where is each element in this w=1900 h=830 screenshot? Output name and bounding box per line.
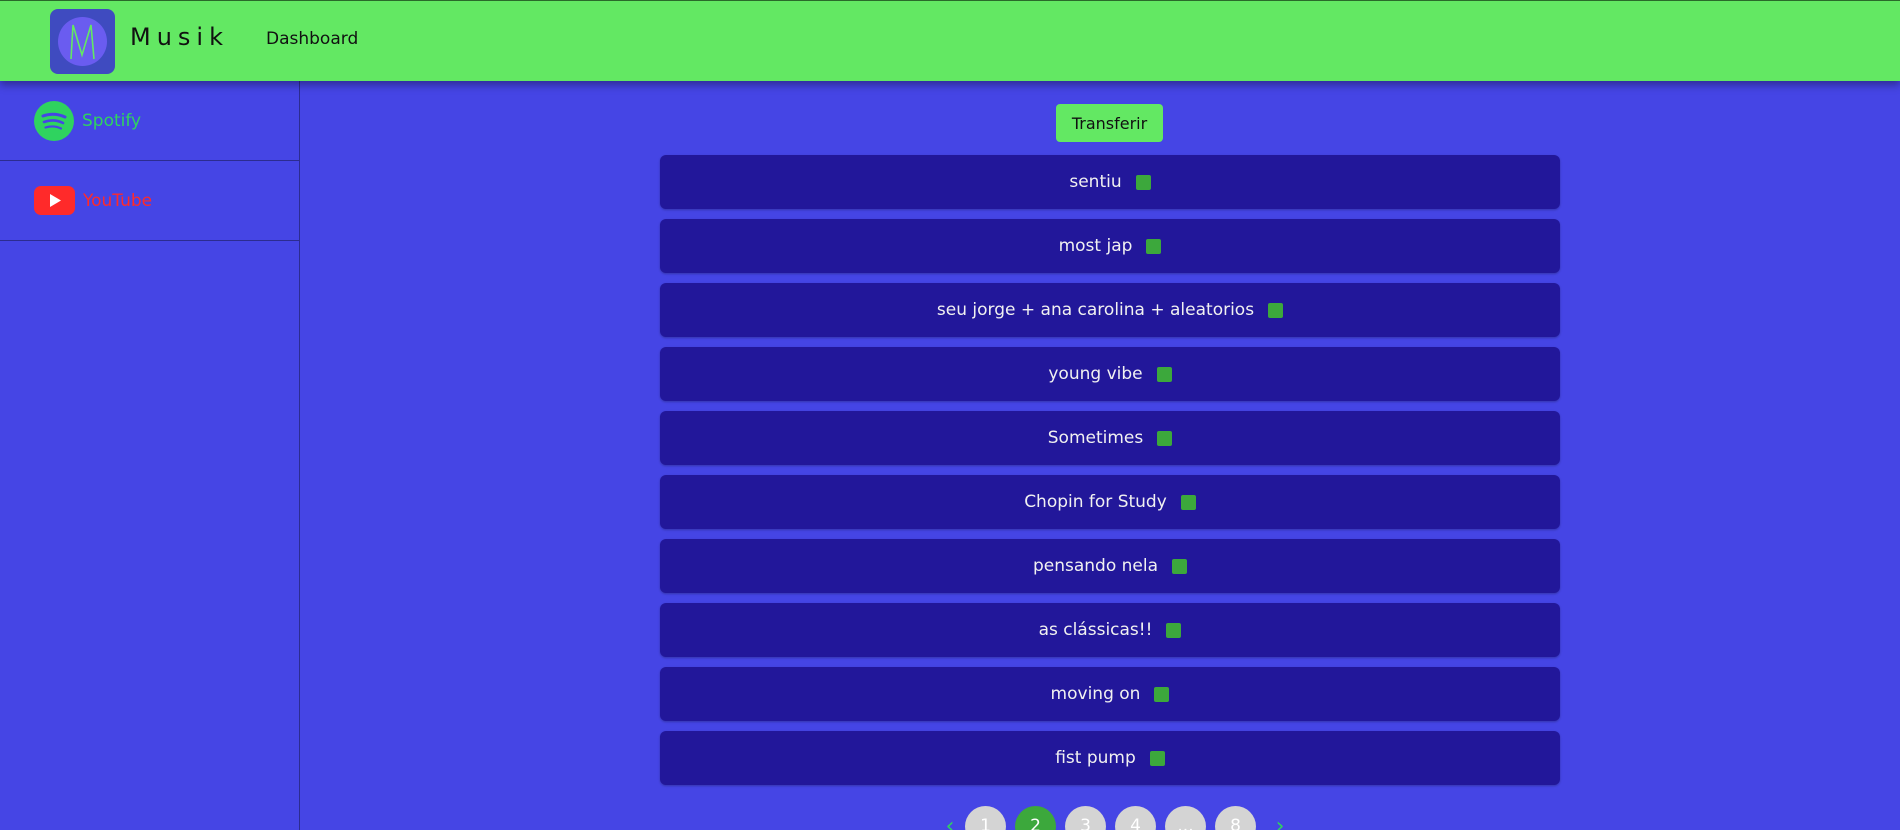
page-button-2-current[interactable]: 2 [1015,805,1056,830]
page-button-3[interactable]: 3 [1065,805,1106,830]
playlist-name: most jap [1058,236,1133,256]
page-button-1[interactable]: 1 [965,805,1006,830]
select-checkbox[interactable] [1156,366,1172,382]
select-checkbox[interactable] [1166,622,1182,638]
sidebar: Spotify YouTube [0,81,300,830]
playlist-name: seu jorge + ana carolina + aleatorios [936,300,1255,320]
sidebar-item-spotify[interactable]: Spotify [0,81,299,161]
playlist-row[interactable]: moving on [660,667,1560,721]
playlist-list: sentiu most jap seu jorge + ana carolina… [660,155,1560,795]
youtube-icon [34,186,75,215]
select-checkbox[interactable] [1172,558,1188,574]
sidebar-item-label: Spotify [82,110,142,131]
select-checkbox[interactable] [1146,238,1162,254]
playlist-name: sentiu [1069,172,1122,192]
select-checkbox[interactable] [1154,686,1170,702]
playlist-name: as clássicas!! [1038,620,1153,640]
transfer-button[interactable]: Transferir [1056,104,1163,142]
prev-page-icon[interactable]: ‹ [935,814,965,830]
playlist-name: pensando nela [1032,556,1159,576]
brand-name: Musik [130,23,229,51]
playlist-row[interactable]: sentiu [660,155,1560,209]
playlist-row[interactable]: as clássicas!! [660,603,1560,657]
select-checkbox[interactable] [1149,750,1165,766]
playlist-row[interactable]: Chopin for Study [660,475,1560,529]
nav-dashboard-link[interactable]: Dashboard [266,29,358,49]
next-page-icon[interactable]: › [1265,814,1295,830]
spotify-icon [34,100,74,141]
top-navbar: Musik Dashboard [0,0,1900,81]
playlist-row[interactable]: pensando nela [660,539,1560,593]
logo-m-icon [58,17,107,66]
playlist-name: moving on [1050,684,1141,704]
pagination: ‹ 1 2 3 4 ... 8 › [935,804,1295,830]
playlist-name: fist pump [1055,748,1136,768]
playlist-row[interactable]: Sometimes [660,411,1560,465]
page-button-4[interactable]: 4 [1115,805,1156,830]
playlist-name: Sometimes [1047,428,1144,448]
sidebar-item-label: YouTube [83,190,153,211]
playlist-name: young vibe [1048,364,1143,384]
select-checkbox[interactable] [1268,302,1284,318]
page-ellipsis: ... [1165,805,1206,830]
playlist-row[interactable]: fist pump [660,731,1560,785]
select-checkbox[interactable] [1135,174,1151,190]
sidebar-item-youtube[interactable]: YouTube [0,161,299,241]
playlist-row[interactable]: most jap [660,219,1560,273]
select-checkbox[interactable] [1157,430,1173,446]
playlist-row[interactable]: young vibe [660,347,1560,401]
playlist-name: Chopin for Study [1024,492,1167,512]
page-button-8[interactable]: 8 [1215,805,1256,830]
playlist-row[interactable]: seu jorge + ana carolina + aleatorios [660,283,1560,337]
select-checkbox[interactable] [1180,494,1196,510]
app-logo[interactable] [50,9,115,74]
